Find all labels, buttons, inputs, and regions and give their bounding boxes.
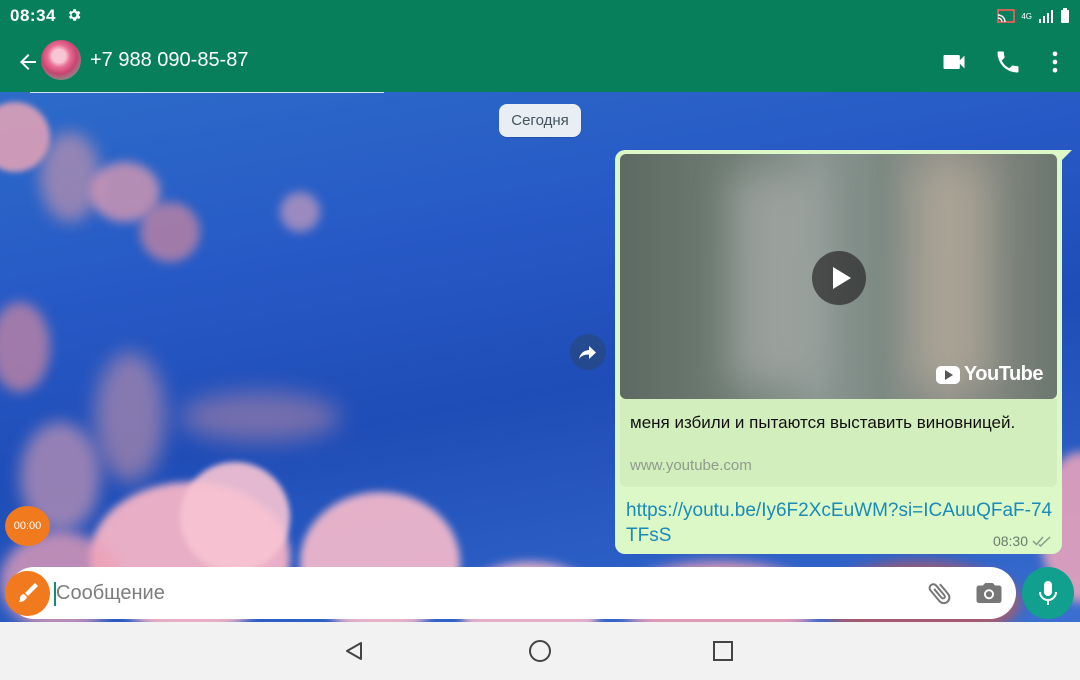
top-bar: 08:34 4G +7 988 090-85-87 <box>0 0 1080 92</box>
avatar[interactable] <box>41 40 81 80</box>
mic-icon <box>1039 581 1057 605</box>
attach-icon[interactable] <box>925 578 955 608</box>
message-input[interactable] <box>56 576 896 610</box>
nav-home-icon[interactable] <box>527 638 553 664</box>
link-host: www.youtube.com <box>630 457 752 474</box>
video-call-icon[interactable] <box>940 48 968 76</box>
contact-name[interactable]: +7 988 090-85-87 <box>90 49 248 72</box>
youtube-logo: YouTube <box>935 363 1044 386</box>
status-icons: 4G <box>997 7 1070 25</box>
status-time: 08:34 <box>10 6 56 25</box>
message-bubble[interactable]: YouTube меня избили и пытаются выставить… <box>615 150 1062 554</box>
date-separator: Сегодня <box>499 104 581 137</box>
settings-icon <box>68 9 81 21</box>
mic-button[interactable] <box>1022 567 1074 619</box>
forward-button[interactable] <box>570 334 606 370</box>
play-button[interactable] <box>812 251 866 305</box>
nav-back-icon[interactable] <box>342 638 368 664</box>
network-type: 4G <box>1021 11 1032 21</box>
double-check-icon <box>1032 536 1051 547</box>
message-meta: 08:30 <box>993 533 1052 549</box>
phone-icon[interactable] <box>994 48 1022 76</box>
link-title: меня избили и пытаются выставить виновни… <box>630 413 1016 432</box>
link-preview-info[interactable]: меня избили и пытаются выставить виновни… <box>620 399 1057 487</box>
app-bar: +7 988 090-85-87 <box>0 36 1080 88</box>
youtube-brand-text: YouTube <box>963 363 1044 385</box>
youtube-icon <box>935 365 960 384</box>
timer-bubble[interactable]: 00:00 <box>5 506 50 546</box>
back-arrow-icon[interactable] <box>16 50 40 74</box>
status-bar: 08:34 4G <box>0 0 1080 32</box>
system-nav-bar <box>0 622 1080 680</box>
message-time: 08:30 <box>992 533 1028 549</box>
divider <box>30 92 384 93</box>
brush-icon <box>19 583 38 602</box>
brush-button[interactable] <box>5 571 50 616</box>
forward-icon <box>579 346 596 359</box>
play-icon <box>833 267 851 289</box>
camera-icon[interactable] <box>974 578 1004 608</box>
battery-icon <box>1061 8 1069 23</box>
bubble-tail <box>1062 150 1072 160</box>
message-link[interactable]: https://youtu.be/Iy6F2XcEuWM?si=ICAuuQFa… <box>626 498 1056 548</box>
cast-icon <box>997 9 1016 23</box>
more-vert-icon[interactable] <box>1041 48 1069 76</box>
signal-icon <box>1039 10 1053 23</box>
nav-recents-icon[interactable] <box>710 638 736 664</box>
video-preview[interactable]: YouTube <box>620 154 1057 399</box>
